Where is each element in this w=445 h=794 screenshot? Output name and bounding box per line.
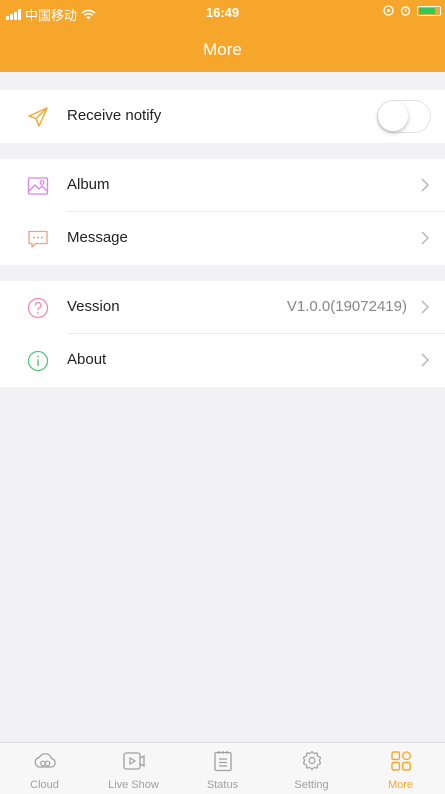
tab-setting[interactable]: Setting <box>267 743 356 794</box>
album-icon <box>27 177 49 195</box>
tab-label: Cloud <box>30 779 59 791</box>
toggle-knob <box>378 101 408 131</box>
receive-notify-row: Receive notify <box>0 90 445 143</box>
header: 中国移动 16:49 More <box>0 0 445 72</box>
page-title: More <box>203 40 242 59</box>
notify-section: Receive notify <box>0 90 445 143</box>
chevron-right-icon <box>421 353 430 367</box>
tab-bar: Cloud Live Show Status Setting More <box>0 742 445 794</box>
receive-notify-toggle[interactable] <box>377 100 431 133</box>
tab-label: Setting <box>294 779 329 791</box>
status-bar: 中国移动 16:49 <box>0 0 445 26</box>
tab-status[interactable]: Status <box>178 743 267 794</box>
tab-label: Live Show <box>108 779 159 791</box>
status-right <box>383 5 441 16</box>
alarm-icon <box>400 6 411 16</box>
grid-icon <box>390 751 411 771</box>
tab-label: More <box>387 779 414 791</box>
version-row[interactable]: Vession V1.0.0(19072419) <box>0 281 445 334</box>
version-label: Vession <box>67 298 120 315</box>
about-row[interactable]: About <box>0 334 445 387</box>
location-lock-icon <box>383 5 394 16</box>
info-icon <box>27 350 49 372</box>
about-label: About <box>67 351 107 368</box>
chevron-right-icon <box>421 231 430 245</box>
message-icon <box>28 230 48 248</box>
question-icon <box>27 297 49 319</box>
chevron-right-icon <box>421 178 430 192</box>
info-section: Vession V1.0.0(19072419) About <box>0 281 445 387</box>
album-row[interactable]: Album <box>0 159 445 212</box>
tab-live-show[interactable]: Live Show <box>89 743 178 794</box>
chevron-right-icon <box>421 300 430 314</box>
message-row[interactable]: Message <box>0 212 445 265</box>
video-icon <box>122 752 145 770</box>
status-time: 16:49 <box>205 5 240 20</box>
receive-notify-label: Receive notify <box>67 107 162 124</box>
gear-icon <box>302 750 321 771</box>
tab-cloud[interactable]: Cloud <box>0 743 89 794</box>
cloud-icon <box>34 753 56 768</box>
battery-level <box>419 7 435 14</box>
album-label: Album <box>67 176 110 193</box>
tab-more[interactable]: More <box>356 743 445 794</box>
tab-label: Status <box>206 779 239 791</box>
media-section: Album Message <box>0 159 445 265</box>
status-list-icon <box>213 751 232 772</box>
version-value: V1.0.0(19072419) <box>286 298 407 315</box>
battery-icon <box>417 5 441 16</box>
message-label: Message <box>67 229 128 246</box>
paper-plane-icon <box>28 107 48 127</box>
